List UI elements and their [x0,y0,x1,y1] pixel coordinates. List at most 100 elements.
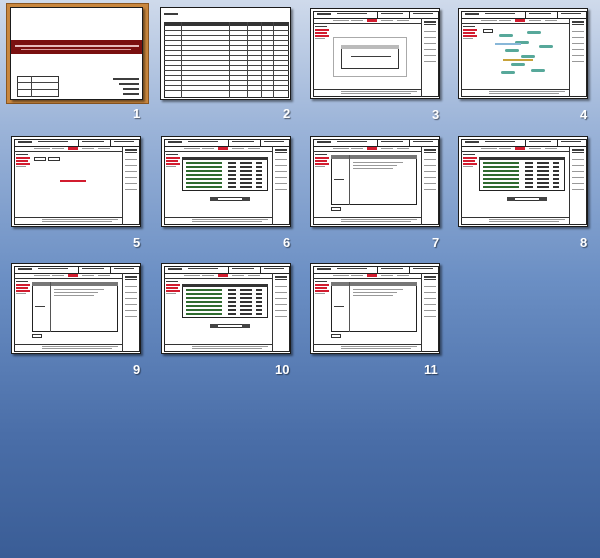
form-logo [317,141,331,143]
form-nav-item [166,290,180,292]
form-right-panel [421,146,422,225]
slide-5-thumbnail[interactable] [11,136,141,227]
red-message [60,180,86,182]
slide-6-number: 6 [283,235,291,250]
form-nav-item [166,284,180,286]
form-nav-item [315,287,327,289]
slide-4-number: 4 [580,107,588,122]
form-title [485,141,515,142]
slide-3-thumbnail[interactable] [310,8,440,99]
form-nav-item [463,29,477,31]
slide-6-thumbnail[interactable] [161,136,291,227]
form-nav-item [315,32,327,34]
slide-4-thumbnail[interactable] [458,8,588,99]
diagram-node [499,34,513,37]
detail-button [32,334,42,338]
form-nav-item [315,160,327,162]
list-row [186,186,222,188]
form-active-tab [367,147,377,150]
form-right-panel [421,18,422,97]
form-nav-item [166,163,180,165]
list-row [483,166,519,168]
form-tab-rule [14,151,122,152]
list-row [186,170,222,172]
form-active-tab [68,147,78,150]
slide-8-number: 8 [580,235,588,250]
list-row [483,170,519,172]
list-row [186,162,222,164]
title-band-subtext [21,49,131,50]
form-logo [168,268,182,270]
form-nav-item [16,163,30,165]
form-logo [168,141,182,143]
form-nav-item [315,35,329,37]
form-nav-item [16,284,30,286]
slide-3-number: 3 [432,107,440,122]
form-nav-item [16,160,28,162]
form-logo [465,141,479,143]
slide-8-thumbnail[interactable] [458,136,588,227]
slide-11-number: 11 [424,362,438,377]
form-active-tab [218,147,228,150]
slide-2-thumbnail[interactable] [160,7,291,100]
page-header [164,13,178,15]
slide-9-number: 9 [133,362,141,377]
form-right-panel [272,273,273,352]
form-nav-item [16,290,30,292]
slide-7-thumbnail[interactable] [310,136,440,227]
slide-10-thumbnail[interactable] [161,263,291,354]
form-nav-item [463,163,477,165]
form-title [337,13,367,14]
form-footer-rule [461,217,569,218]
slide-2-number: 2 [283,106,291,121]
diagram-node [539,45,553,48]
form-logo [465,13,479,15]
form-nav-item [315,290,329,292]
form-footer-rule [313,89,421,90]
form-nav-item [166,287,178,289]
slide-sorter-pane: 1 2 3 4 5 6 7 8 9 10 11 [0,0,600,558]
form-active-tab [218,274,228,277]
list-row [186,166,222,168]
form-title [38,268,68,269]
slide-9-thumbnail[interactable] [11,263,141,354]
form-tab-rule [164,278,272,279]
form-tab-rule [461,23,569,24]
detail-button [331,207,341,211]
form-active-tab [367,19,377,22]
slide-10-number: 10 [275,362,290,377]
form-nav-item [463,157,477,159]
form-right-panel [122,146,123,225]
form-title [337,141,367,142]
form-tab-rule [313,151,421,152]
info-table [17,76,59,97]
list-row [186,182,222,184]
list-row [186,297,222,299]
list-row [186,305,222,307]
slide-1-thumbnail[interactable] [10,7,143,100]
list-row [186,313,222,315]
form-logo [317,268,331,270]
form-nav-item [315,29,329,31]
slide-11-thumbnail[interactable] [310,263,440,354]
form-title [485,13,515,14]
diagram-node [521,55,535,58]
list-row [186,174,222,176]
form-right-panel [122,273,123,352]
form-nav-item [463,160,475,162]
form-footer-rule [14,217,122,218]
form-footer-rule [164,344,272,345]
form-footer-rule [461,89,569,90]
list-row [186,178,222,180]
list-row [483,182,519,184]
detail-button [331,334,341,338]
diagram-node [501,71,515,74]
form-nav-item [463,35,477,37]
form-active-tab [367,274,377,277]
form-nav-item [315,163,329,165]
form-title [188,268,218,269]
form-footer-rule [14,344,122,345]
form-nav-item [166,157,180,159]
form-nav-item [16,157,30,159]
form-nav-item [166,160,178,162]
